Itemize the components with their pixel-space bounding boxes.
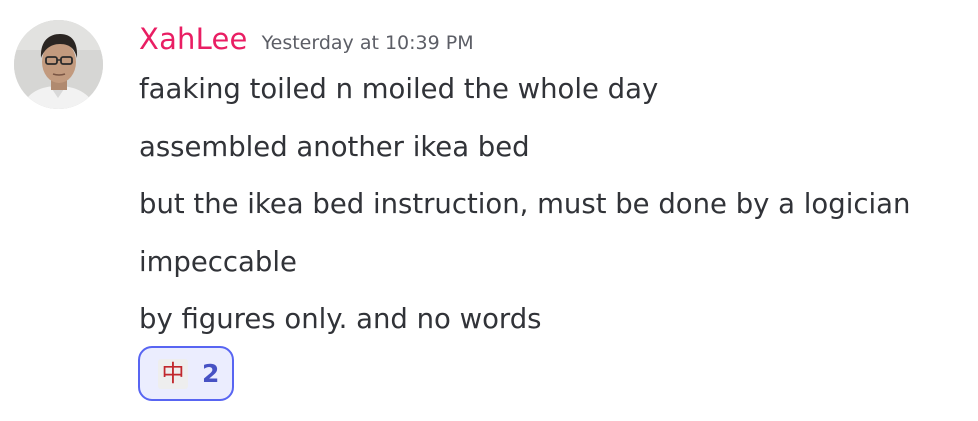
message-line: assembled another ikea bed: [139, 130, 530, 163]
message-content: faaking toiled n moiled the whole day as…: [139, 68, 974, 356]
user-photo-avatar-icon: [14, 20, 103, 109]
reaction-button[interactable]: 中 2: [138, 346, 234, 401]
message-line: but the ikea bed instruction, must be do…: [139, 188, 911, 220]
message-line: faaking toiled n moiled the whole day: [139, 73, 659, 105]
chinese-character-zhong-icon: 中: [158, 358, 188, 389]
message-line: by figures only. and no words: [139, 303, 542, 335]
chat-message: XahLee Yesterday at 10:39 PM faaking toi…: [0, 0, 978, 421]
username[interactable]: XahLee: [139, 22, 248, 56]
message-header: XahLee Yesterday at 10:39 PM: [139, 22, 474, 62]
avatar[interactable]: [14, 20, 103, 109]
message-line: impeccable: [139, 245, 297, 278]
timestamp[interactable]: Yesterday at 10:39 PM: [262, 32, 474, 54]
reaction-count: 2: [202, 359, 220, 388]
